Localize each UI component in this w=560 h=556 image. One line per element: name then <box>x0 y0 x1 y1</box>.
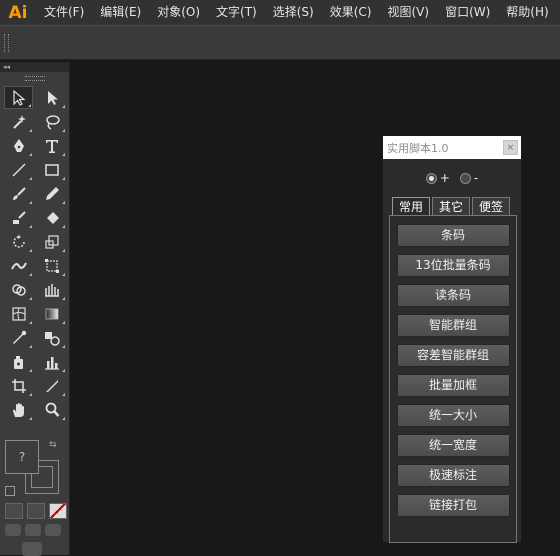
tools-panel-collapse[interactable]: ◂◂ <box>0 62 69 72</box>
batch-ean13-button[interactable]: 13位批量条码 <box>396 254 510 277</box>
blob-brush-tool-icon[interactable] <box>4 206 33 229</box>
color-mode-button[interactable] <box>5 503 23 519</box>
close-icon[interactable]: × <box>503 140 518 155</box>
menu-items: 文件(F) 编辑(E) 对象(O) 文字(T) 选择(S) 效果(C) 视图(V… <box>36 0 557 25</box>
rectangle-tool-icon[interactable] <box>37 158 66 181</box>
magic-wand-tool-icon[interactable] <box>4 110 33 133</box>
tool-grid <box>0 86 69 421</box>
type-tool-icon[interactable] <box>37 134 66 157</box>
color-modes <box>5 503 67 519</box>
package-links-button[interactable]: 链接打包 <box>396 494 510 517</box>
symbol-sprayer-tool-icon[interactable] <box>4 350 33 373</box>
draw-modes <box>5 524 61 536</box>
unify-size-button[interactable]: 统一大小 <box>396 404 510 427</box>
eraser-tool-icon[interactable] <box>37 206 66 229</box>
menu-object[interactable]: 对象(O) <box>149 0 208 25</box>
tools-panel: ◂◂ ? ⇆ <box>0 62 70 556</box>
tab-common[interactable]: 常用 <box>392 197 430 215</box>
radio-group: + - <box>383 170 521 186</box>
lasso-tool-icon[interactable] <box>37 110 66 133</box>
draw-inside-icon[interactable] <box>45 524 61 536</box>
eyedropper-tool-icon[interactable] <box>4 326 33 349</box>
tab-other[interactable]: 其它 <box>432 197 470 215</box>
tools-panel-grip[interactable] <box>24 76 45 81</box>
paintbrush-tool-icon[interactable] <box>4 182 33 205</box>
menu-select[interactable]: 选择(S) <box>265 0 322 25</box>
quick-dimension-button[interactable]: 极速标注 <box>396 464 510 487</box>
menu-view[interactable]: 视图(V) <box>379 0 437 25</box>
swap-fill-stroke-icon[interactable]: ⇆ <box>49 440 57 450</box>
read-barcode-button[interactable]: 读条码 <box>396 284 510 307</box>
smart-group-button[interactable]: 智能群组 <box>396 314 510 337</box>
script-panel-title: 实用脚本1.0 <box>387 141 449 155</box>
width-tool-icon[interactable] <box>4 254 33 277</box>
mesh-tool-icon[interactable] <box>4 302 33 325</box>
menu-bar: Ai 文件(F) 编辑(E) 对象(O) 文字(T) 选择(S) 效果(C) 视… <box>0 0 560 25</box>
pen-tool-icon[interactable] <box>4 134 33 157</box>
barcode-button[interactable]: 条码 <box>396 224 510 247</box>
selection-tool-icon[interactable] <box>4 86 33 109</box>
control-bar <box>0 25 560 60</box>
menu-effect[interactable]: 效果(C) <box>322 0 380 25</box>
draw-behind-icon[interactable] <box>25 524 41 536</box>
radio-minus-label: - <box>473 171 479 185</box>
scale-tool-icon[interactable] <box>37 230 66 253</box>
line-segment-tool-icon[interactable] <box>4 158 33 181</box>
gradient-mode-button[interactable] <box>27 503 45 519</box>
radio-plus[interactable]: + <box>425 171 450 185</box>
direct-selection-tool-icon[interactable] <box>37 86 66 109</box>
control-bar-grip[interactable] <box>4 34 9 52</box>
script-tabs: 常用 其它 便签 <box>392 197 521 215</box>
unify-width-button[interactable]: 统一宽度 <box>396 434 510 457</box>
menu-help[interactable]: 帮助(H) <box>498 0 556 25</box>
perspective-grid-tool-icon[interactable] <box>37 278 66 301</box>
app-logo: Ai <box>8 2 28 23</box>
radio-plus-dot[interactable] <box>425 172 437 184</box>
draw-normal-icon[interactable] <box>5 524 21 536</box>
batch-frame-button[interactable]: 批量加框 <box>396 374 510 397</box>
pencil-tool-icon[interactable] <box>37 182 66 205</box>
column-graph-tool-icon[interactable] <box>37 350 66 373</box>
radio-minus-dot[interactable] <box>459 172 471 184</box>
menu-file[interactable]: 文件(F) <box>36 0 92 25</box>
script-panel: 实用脚本1.0 × + - 常用 其它 便签 条码 13位批量条码 读条码 智能… <box>382 135 522 543</box>
radio-minus[interactable]: - <box>459 171 479 185</box>
menu-type[interactable]: 文字(T) <box>208 0 265 25</box>
tolerance-smart-group-button[interactable]: 容差智能群组 <box>396 344 510 367</box>
blend-tool-icon[interactable] <box>37 326 66 349</box>
default-fill-stroke-icon[interactable] <box>5 486 15 496</box>
menu-edit[interactable]: 编辑(E) <box>92 0 149 25</box>
zoom-tool-icon[interactable] <box>37 398 66 421</box>
slice-tool-icon[interactable] <box>37 374 66 397</box>
script-panel-titlebar[interactable]: 实用脚本1.0 × <box>383 136 521 159</box>
none-mode-button[interactable] <box>49 503 67 519</box>
gradient-tool-icon[interactable] <box>37 302 66 325</box>
shape-builder-tool-icon[interactable] <box>4 278 33 301</box>
fill-stroke-area: ? ⇆ <box>5 440 65 500</box>
artboard-tool-icon[interactable] <box>4 374 33 397</box>
free-transform-tool-icon[interactable] <box>37 254 66 277</box>
fill-swatch[interactable]: ? <box>5 440 39 474</box>
hand-tool-icon[interactable] <box>4 398 33 421</box>
screen-mode-button[interactable] <box>22 542 42 556</box>
tab-content: 条码 13位批量条码 读条码 智能群组 容差智能群组 批量加框 统一大小 统一宽… <box>389 215 517 543</box>
fill-placeholder: ? <box>18 450 26 464</box>
tab-notes[interactable]: 便签 <box>472 197 510 215</box>
radio-plus-label: + <box>439 171 450 185</box>
menu-window[interactable]: 窗口(W) <box>437 0 498 25</box>
rotate-tool-icon[interactable] <box>4 230 33 253</box>
